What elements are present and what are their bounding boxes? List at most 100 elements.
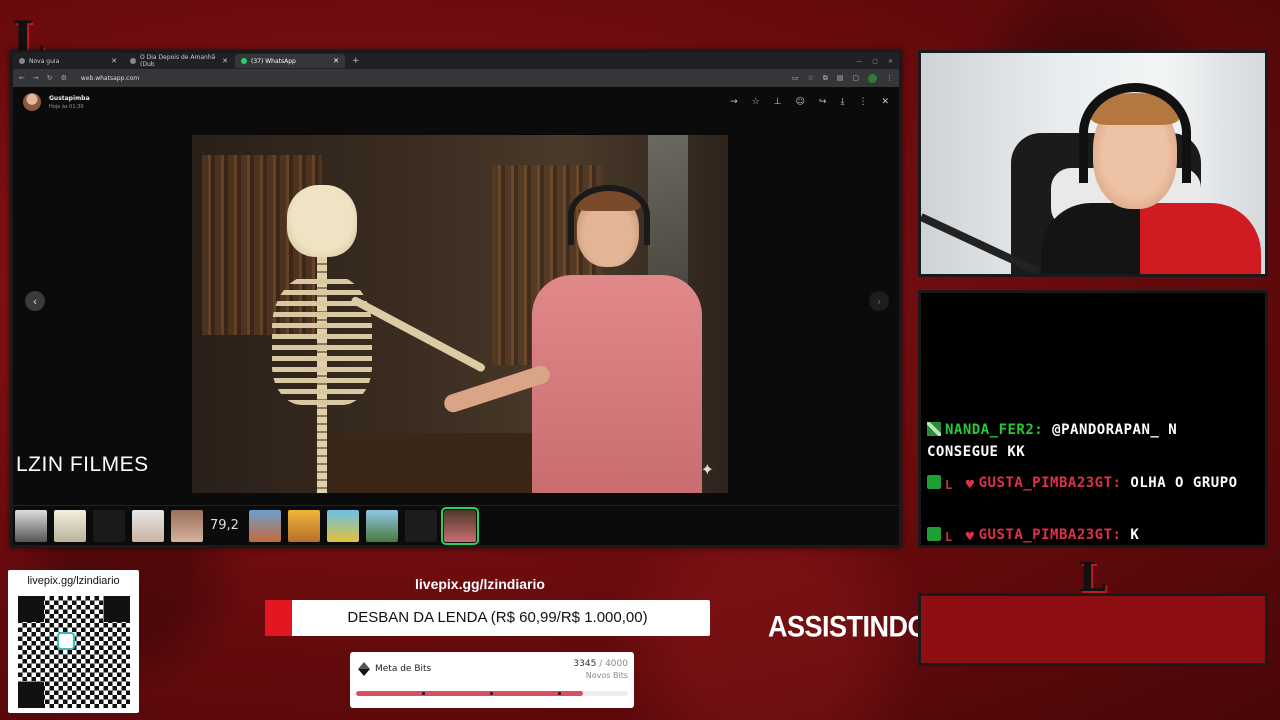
pin-icon[interactable]: ⊥ [774, 97, 782, 107]
browser-window: Nova guia ✕ O Dia Depois de Amanhã (Dub … [10, 50, 902, 548]
chat-username: GUSTA_PIMBA23GT: [978, 527, 1122, 543]
sender-info: Gustapimba Hoje às 01:30 [49, 95, 90, 110]
streamer-jersey [1041, 203, 1261, 274]
cast-icon[interactable]: ▭ [792, 74, 799, 82]
media-thumbnail[interactable] [327, 509, 359, 542]
site-info-icon[interactable]: ⚙ [61, 74, 67, 82]
overlay-label: LZIN FILMES [16, 453, 149, 476]
media-thumbnail-selected[interactable] [441, 506, 479, 545]
media-thumbnail[interactable] [405, 509, 437, 542]
bookmark-star-icon[interactable]: ☆ [807, 74, 813, 82]
chat-panel: NANDA_FER2: @PANDORAPAN_ N CONSEGUE KK L… [918, 290, 1268, 548]
star-icon[interactable]: ☆ [752, 97, 760, 107]
shared-image: ✦ [192, 135, 728, 493]
bits-progress-fill [356, 691, 584, 696]
media-thumbnail[interactable] [366, 509, 398, 542]
forward-icon[interactable]: ↪ [819, 97, 827, 107]
chat-message: L ♥ GUSTA_PIMBA23GT: OLHA O GRUPO [927, 472, 1257, 496]
tab-favicon-icon [19, 58, 25, 64]
address-bar: ← → ↻ ⚙ web.whatsapp.com ▭ ☆ ⧉ ▤ ▢ ⋮ [13, 69, 899, 87]
media-thumbnail[interactable] [288, 509, 320, 542]
tab-movie[interactable]: O Dia Depois de Amanhã (Dub ✕ [124, 54, 234, 68]
qr-url: livepix.gg/lzindiario [27, 575, 120, 587]
bits-milestone-marker [490, 692, 493, 695]
media-thumbnail-text[interactable]: 79,2 [210, 518, 242, 533]
window-controls: — ▢ ✕ [856, 58, 899, 65]
check-badge-icon [927, 475, 941, 489]
toolbar-icons: ▭ ☆ ⧉ ▤ ▢ ⋮ [792, 73, 893, 83]
tab-label: O Dia Depois de Amanhã (Dub [140, 54, 216, 68]
media-thumbnail[interactable] [132, 509, 164, 542]
more-icon[interactable]: ⋮ [858, 97, 867, 107]
maximize-icon[interactable]: ▢ [872, 58, 878, 65]
media-thumbnail[interactable] [249, 509, 281, 542]
reload-icon[interactable]: ↻ [47, 74, 53, 82]
go-to-message-icon[interactable]: → [730, 97, 738, 107]
chat-username: GUSTA_PIMBA23GT: [978, 475, 1122, 491]
back-icon[interactable]: ← [19, 74, 25, 82]
url-field[interactable]: web.whatsapp.com [81, 75, 139, 82]
media-thumbnail[interactable] [54, 509, 86, 542]
whatsapp-icon [241, 58, 247, 64]
qr-card: livepix.gg/lzindiario [8, 570, 139, 713]
new-tab-button[interactable]: + [346, 56, 366, 66]
sender-avatar[interactable] [23, 93, 41, 111]
check-badge-icon [927, 527, 941, 541]
close-icon[interactable]: ✕ [111, 57, 117, 65]
tab-label: Nova guia [29, 57, 60, 65]
download-icon[interactable]: ⤓ [840, 97, 844, 107]
skeleton-ribcage [272, 275, 372, 405]
window-icon[interactable]: ▢ [852, 74, 859, 82]
media-viewer: Gustapimba Hoje às 01:30 → ☆ ⊥ ☺ ↪ ⤓ ⋮ ✕ [13, 87, 899, 545]
l-badge-icon: L [945, 478, 953, 492]
tab-whatsapp[interactable]: (37) WhatsApp ✕ [235, 54, 345, 68]
tab-strip: Nova guia ✕ O Dia Depois de Amanhã (Dub … [13, 53, 899, 69]
tab-new[interactable]: Nova guia ✕ [13, 54, 123, 68]
streamer-headphones [1079, 83, 1191, 183]
bits-total: / 4000 [599, 659, 628, 669]
sparkle-icon: ✦ [700, 460, 714, 479]
qr-code-icon [18, 596, 130, 708]
viewer-header: Gustapimba Hoje às 01:30 → ☆ ⊥ ☺ ↪ ⤓ ⋮ ✕ [13, 87, 899, 117]
goal-text: DESBAN DA LENDA (R$ 60,99/R$ 1.000,00) [347, 609, 648, 626]
forward-icon[interactable]: → [33, 74, 39, 82]
close-icon[interactable]: ✕ [222, 57, 228, 65]
sent-time: Hoje às 01:30 [49, 103, 84, 110]
minimize-icon[interactable]: — [856, 58, 862, 65]
room-window [648, 135, 688, 285]
heart-badge-icon: ♥ [965, 477, 975, 493]
qr-logo-icon [57, 632, 75, 650]
tab-label: (37) WhatsApp [251, 57, 296, 65]
chat-message: NANDA_FER2: @PANDORAPAN_ N CONSEGUE KK [927, 419, 1257, 463]
donation-goal-bar: DESBAN DA LENDA (R$ 60,99/R$ 1.000,00) [265, 600, 710, 636]
bits-milestone-marker [422, 692, 425, 695]
chat-text: OLHA O GRUPO [1130, 475, 1238, 491]
bits-label: Meta de Bits [375, 664, 432, 674]
media-thumbnail-strip: 79,2 [13, 505, 899, 545]
menu-icon[interactable]: ⋮ [886, 74, 893, 82]
close-icon[interactable]: ✕ [333, 57, 339, 65]
tab-favicon-icon [130, 58, 136, 64]
previous-media-button[interactable]: ‹ [25, 291, 45, 311]
media-thumbnail[interactable] [171, 509, 203, 542]
extensions-icon[interactable]: ⧉ [823, 74, 828, 83]
next-media-button[interactable]: › [869, 291, 889, 311]
man-shirt [532, 275, 702, 493]
sender-name: Gustapimba [49, 94, 90, 102]
react-emoji-icon[interactable]: ☺ [796, 97, 805, 107]
close-icon[interactable]: ✕ [881, 97, 889, 107]
watching-label: ASSISTINDO: [768, 610, 937, 644]
bits-sublabel: Novos Bits [585, 671, 628, 680]
sidebar-icon[interactable]: ▤ [837, 74, 844, 82]
bits-count: 3345 / 4000 [573, 659, 628, 669]
media-thumbnail[interactable] [15, 509, 47, 542]
close-window-icon[interactable]: ✕ [888, 58, 893, 65]
sword-badge-icon [927, 422, 941, 436]
headphones [568, 185, 650, 245]
profile-avatar[interactable] [868, 73, 877, 83]
media-thumbnail[interactable] [93, 509, 125, 542]
watching-box [918, 593, 1268, 666]
l-badge-icon: L [945, 530, 953, 544]
bits-icon [358, 662, 370, 676]
skeleton-skull [287, 185, 357, 257]
